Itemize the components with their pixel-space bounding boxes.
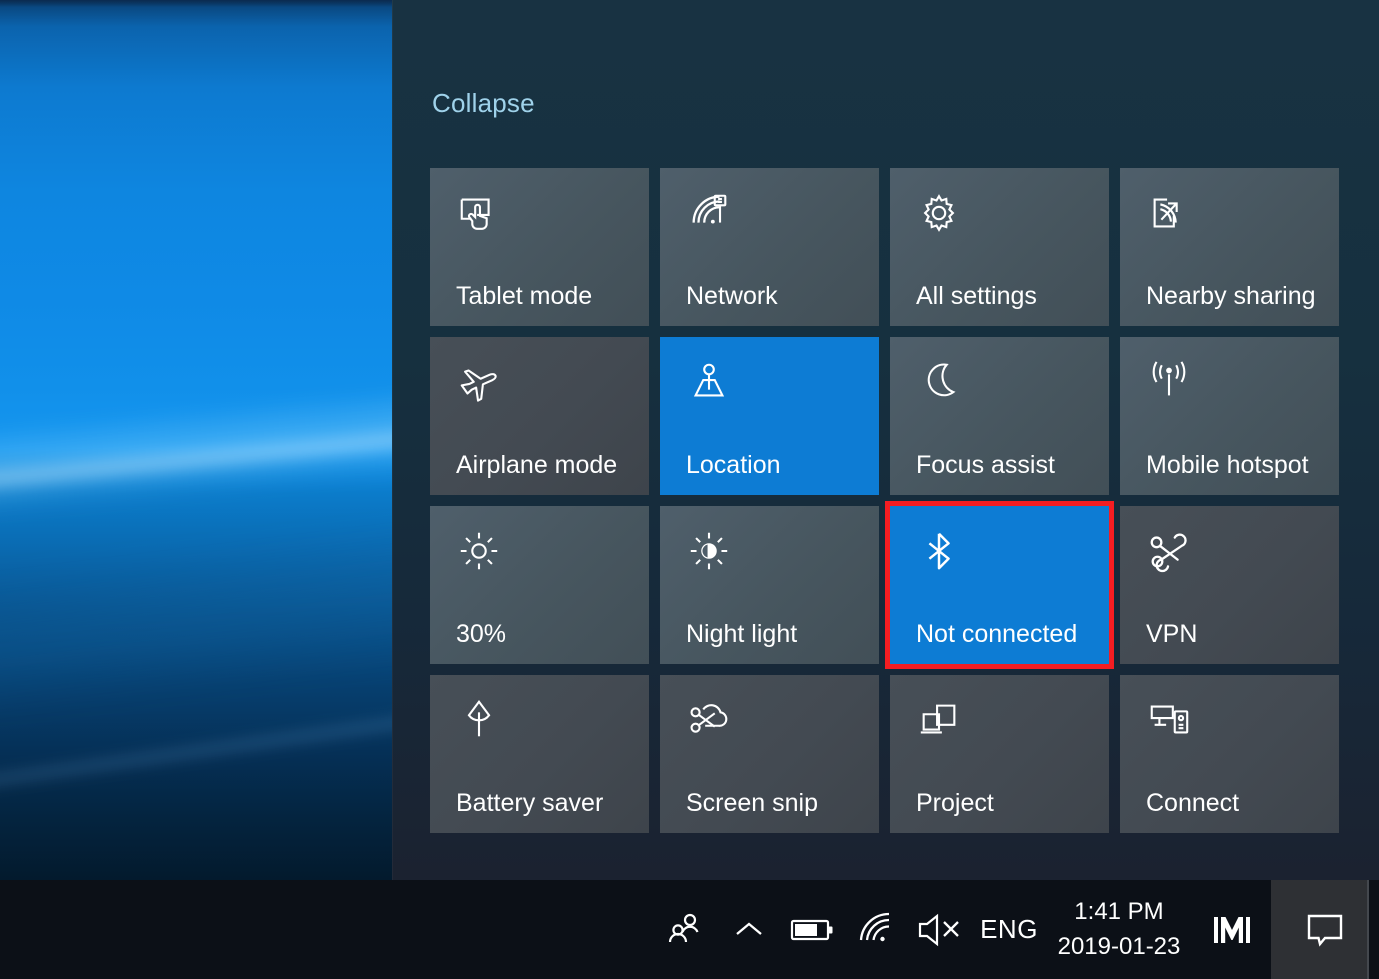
tablet-mode-icon bbox=[456, 190, 502, 236]
nearby-sharing-icon bbox=[1146, 190, 1192, 236]
wallpaper-light-band bbox=[0, 373, 392, 527]
wallpaper-top-shade bbox=[0, 0, 392, 7]
tile-label: Mobile hotspot bbox=[1146, 450, 1309, 479]
language-indicator[interactable]: ENG bbox=[973, 880, 1045, 979]
tile-screen-snip[interactable]: Screen snip bbox=[660, 675, 879, 833]
tile-label: Screen snip bbox=[686, 788, 819, 817]
network-icon bbox=[686, 190, 732, 236]
tile-label: 30% bbox=[456, 619, 507, 648]
brightness-icon bbox=[456, 528, 502, 574]
tile-label: Night light bbox=[686, 619, 798, 648]
battery-icon[interactable] bbox=[781, 880, 845, 979]
collapse-link[interactable]: Collapse bbox=[432, 88, 535, 119]
tile-label: Location bbox=[686, 450, 781, 479]
gear-icon bbox=[916, 190, 962, 236]
airplane-icon bbox=[456, 359, 502, 405]
tile-mobile-hotspot[interactable]: Mobile hotspot bbox=[1120, 337, 1339, 495]
taskbar-right-edge bbox=[1367, 880, 1379, 979]
tile-network[interactable]: Network bbox=[660, 168, 879, 326]
tile-label: Connect bbox=[1146, 788, 1240, 817]
tile-connect[interactable]: Connect bbox=[1120, 675, 1339, 833]
desktop-wallpaper[interactable] bbox=[0, 0, 392, 880]
show-hidden-icons-chevron-up-icon[interactable] bbox=[717, 880, 781, 979]
wallpaper-mid-band bbox=[0, 507, 392, 724]
tile-label: Not connected bbox=[916, 619, 1078, 648]
tile-label: Airplane mode bbox=[456, 450, 618, 479]
clock[interactable]: 1:41 PM 2019-01-23 bbox=[1045, 880, 1193, 979]
tile-night-light[interactable]: Night light bbox=[660, 506, 879, 664]
tile-label: All settings bbox=[916, 281, 1037, 310]
connect-icon bbox=[1146, 697, 1192, 743]
tile-battery-saver[interactable]: Battery saver bbox=[430, 675, 649, 833]
tile-project[interactable]: Project bbox=[890, 675, 1109, 833]
bluetooth-icon bbox=[916, 528, 962, 574]
tile-label: Project bbox=[916, 788, 994, 817]
wifi-icon[interactable] bbox=[845, 880, 909, 979]
quick-action-tile-grid: Tablet mode Network All settings Nearby … bbox=[430, 168, 1339, 833]
volume-muted-icon[interactable] bbox=[909, 880, 973, 979]
tile-label: VPN bbox=[1146, 619, 1198, 648]
system-tray: ENG 1:41 PM 2019-01-23 bbox=[653, 880, 1379, 979]
tile-airplane-mode[interactable]: Airplane mode bbox=[430, 337, 649, 495]
screen: Collapse Tablet mode Network All setting… bbox=[0, 0, 1379, 979]
hotspot-icon bbox=[1146, 359, 1192, 405]
tile-label: Focus assist bbox=[916, 450, 1055, 479]
tile-vpn[interactable]: VPN bbox=[1120, 506, 1339, 664]
tile-label: Network bbox=[686, 281, 778, 310]
tile-label: Nearby sharing bbox=[1146, 281, 1316, 310]
tile-tablet-mode[interactable]: Tablet mode bbox=[430, 168, 649, 326]
location-icon bbox=[686, 359, 732, 405]
tile-label: Battery saver bbox=[456, 788, 604, 817]
tile-location[interactable]: Location bbox=[660, 337, 879, 495]
action-center-panel: Collapse Tablet mode Network All setting… bbox=[392, 0, 1379, 880]
clock-time: 1:41 PM bbox=[1074, 897, 1164, 925]
taskbar: ENG 1:41 PM 2019-01-23 bbox=[0, 880, 1379, 979]
tile-focus-assist[interactable]: Focus assist bbox=[890, 337, 1109, 495]
tile-bluetooth[interactable]: Not connected bbox=[885, 501, 1114, 669]
tile-label: Tablet mode bbox=[456, 281, 593, 310]
night-light-icon bbox=[686, 528, 732, 574]
action-center-icon[interactable] bbox=[1271, 880, 1379, 979]
tile-nearby-sharing[interactable]: Nearby sharing bbox=[1120, 168, 1339, 326]
moon-icon bbox=[916, 359, 962, 405]
vpn-icon bbox=[1146, 528, 1192, 574]
clock-date: 2019-01-23 bbox=[1057, 932, 1181, 960]
m-logo-icon[interactable] bbox=[1193, 880, 1271, 979]
people-icon[interactable] bbox=[653, 880, 717, 979]
project-icon bbox=[916, 697, 962, 743]
screen-snip-icon bbox=[686, 697, 732, 743]
leaf-icon bbox=[456, 697, 502, 743]
tile-all-settings[interactable]: All settings bbox=[890, 168, 1109, 326]
tile-brightness[interactable]: 30% bbox=[430, 506, 649, 664]
